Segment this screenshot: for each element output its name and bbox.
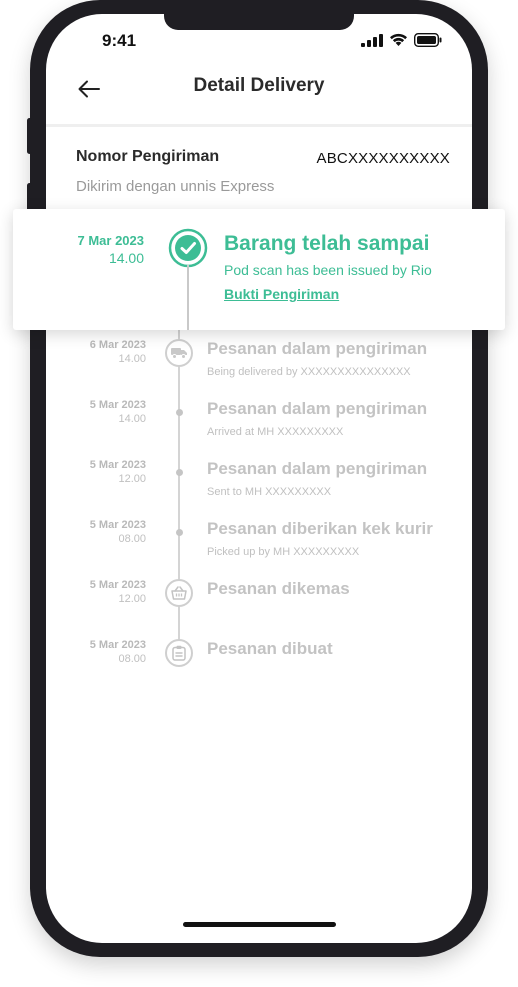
timeline-time: 12.00 [118, 593, 146, 605]
check-circle-icon [168, 228, 208, 268]
timeline-dot [176, 529, 183, 536]
timeline-date: 6 Mar 2023 [89, 339, 146, 351]
truck-icon [171, 348, 187, 359]
timeline-item: 5 Mar 2023 12.00 Pesanan dikemas [46, 579, 472, 629]
timeline-time: 14.00 [118, 413, 146, 425]
page-title: Detail Delivery [193, 75, 325, 96]
timeline-item: 6 Mar 2023 14.00 Pesanan dalam pengirima… [46, 339, 472, 389]
status-icons [361, 33, 442, 47]
timeline-node [165, 579, 193, 607]
timeline-date: 5 Mar 2023 [89, 639, 146, 651]
latest-status-card: 7 Mar 2023 14.00 Barang telah sampai Pod… [13, 209, 505, 330]
timeline-time: 14.00 [118, 353, 146, 365]
timeline-title: Pesanan dalam pengiriman [207, 399, 428, 418]
timeline-title: Pesanan dibuat [207, 639, 333, 658]
timeline-dot [176, 469, 183, 476]
timeline-date: 5 Mar 2023 [89, 579, 146, 591]
timeline-item: 5 Mar 2023 14.00 Pesanan dalam pengirima… [46, 399, 472, 449]
timeline-date: 5 Mar 2023 [89, 459, 146, 471]
timeline-date: 5 Mar 2023 [89, 399, 146, 411]
header-divider [46, 124, 472, 127]
phone-notch [164, 14, 354, 30]
timeline-time: 08.00 [118, 533, 146, 545]
timeline-item: 5 Mar 2023 12.00 Pesanan dalam pengirima… [46, 459, 472, 509]
latest-status-date: 7 Mar 2023 [77, 233, 145, 248]
timeline-title: Pesanan dikemas [207, 579, 350, 598]
timeline-item: 5 Mar 2023 08.00 Pesanan dibuat [46, 639, 472, 689]
battery-icon [414, 33, 442, 47]
timeline-subtitle: Picked up by MH XXXXXXXXX [207, 546, 360, 558]
app-header: Detail Delivery [46, 64, 472, 126]
phone-screen: 9:41 Detail Delivery Nomor Pengiriman AB… [46, 14, 472, 943]
timeline-time: 12.00 [118, 473, 146, 485]
shipment-courier: Dikirim dengan unnis Express [76, 178, 275, 195]
wifi-icon [390, 33, 407, 46]
timeline-title: Pesanan dalam pengiriman [207, 459, 428, 478]
timeline-node [165, 339, 193, 367]
status-time: 9:41 [102, 31, 137, 50]
phone-side-button [27, 118, 32, 154]
shipment-number-label: Nomor Pengiriman [76, 148, 220, 165]
timeline-dot [176, 409, 183, 416]
proof-of-delivery-link[interactable]: Bukti Pengiriman [224, 286, 339, 302]
timeline-time: 08.00 [118, 653, 146, 665]
home-indicator [183, 922, 336, 927]
clipboard-icon [172, 645, 186, 661]
timeline-subtitle: Sent to MH XXXXXXXXX [207, 486, 332, 498]
latest-status-connector [187, 265, 189, 330]
timeline-subtitle: Being delivered by XXXXXXXXXXXXXXX [207, 366, 411, 378]
timeline-title: Pesanan diberikan kek kurir [207, 519, 433, 538]
latest-status-title: Barang telah sampai [224, 232, 430, 255]
timeline-date: 5 Mar 2023 [89, 519, 146, 531]
shipment-number-value: ABCXXXXXXXXXX [316, 150, 450, 167]
cellular-signal-icon [361, 33, 383, 47]
timeline-subtitle: Arrived at MH XXXXXXXXX [207, 426, 344, 438]
basket-icon [171, 586, 187, 600]
timeline-node [165, 639, 193, 667]
latest-status-time: 14.00 [108, 250, 144, 266]
timeline-title: Pesanan dalam pengiriman [207, 339, 428, 358]
latest-status-subtitle: Pod scan has been issued by Rio [224, 262, 432, 278]
timeline-item: 5 Mar 2023 08.00 Pesanan diberikan kek k… [46, 519, 472, 569]
